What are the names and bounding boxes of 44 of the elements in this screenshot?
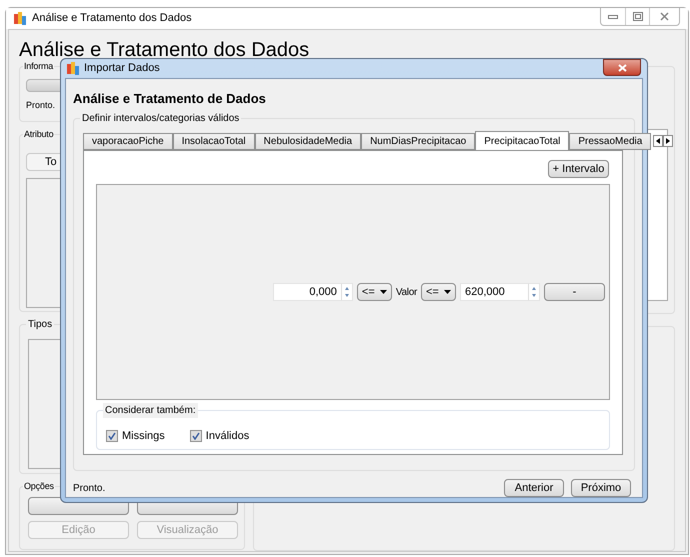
maximize-icon (632, 12, 642, 21)
checkbox-label: Missings (122, 429, 165, 444)
tab[interactable]: InsolacaoTotal (172, 133, 255, 150)
dialog-heading: Análise e Tratamento de Dados (73, 90, 267, 108)
scroll-left-button[interactable] (653, 135, 664, 147)
app-icon (67, 62, 79, 75)
status-text: Pronto. (73, 482, 106, 496)
status-text: Pronto. (26, 99, 56, 112)
dialog-title: Importar Dados (84, 61, 160, 76)
close-icon (660, 12, 669, 21)
button[interactable]: + Intervalo (548, 160, 609, 178)
operator-dropdown[interactable]: <= (356, 283, 392, 301)
tab[interactable]: PrecipitacaoTotal (475, 131, 570, 150)
button[interactable]: Próximo (571, 479, 631, 497)
dropdown-caret-icon (444, 290, 451, 294)
page-heading: Análise e Tratamento dos Dados (19, 38, 310, 62)
group-label: Opções (23, 480, 55, 494)
check-icon (192, 432, 200, 440)
dropdown-caret-icon (380, 290, 387, 294)
checkbox[interactable] (106, 430, 118, 442)
max-value-field[interactable]: 620,000 (460, 283, 540, 301)
scroll-right-button[interactable] (663, 135, 674, 147)
minimize-icon (608, 14, 618, 18)
checkbox-label: Inválidos (206, 429, 250, 444)
min-value-field[interactable]: 0,000 (272, 283, 353, 301)
tab[interactable]: PressaoMedia (569, 133, 652, 150)
tab[interactable]: NumDiasPrecipitacao (361, 133, 476, 150)
tab[interactable]: NebulosidadeMedia (254, 133, 362, 150)
check-icon (108, 432, 116, 440)
value-label: Valor (396, 286, 417, 300)
close-button[interactable] (603, 59, 641, 76)
close-icon (618, 64, 626, 72)
group-label: Definir intervalos/categorias válidos (80, 111, 242, 126)
checkbox[interactable] (190, 430, 202, 442)
left-arrow-icon (656, 138, 660, 144)
window-title: Análise e Tratamento dos Dados (32, 11, 192, 26)
operator-dropdown[interactable]: <= (421, 283, 456, 301)
tab[interactable]: vaporacaoPiche (83, 133, 173, 150)
app-icon (14, 12, 26, 25)
group-label: Considerar também: (103, 403, 198, 418)
right-arrow-icon (666, 138, 670, 144)
group-label: Tipos (26, 317, 54, 332)
button[interactable]: Anterior (504, 479, 564, 497)
button[interactable]: - (544, 283, 605, 301)
